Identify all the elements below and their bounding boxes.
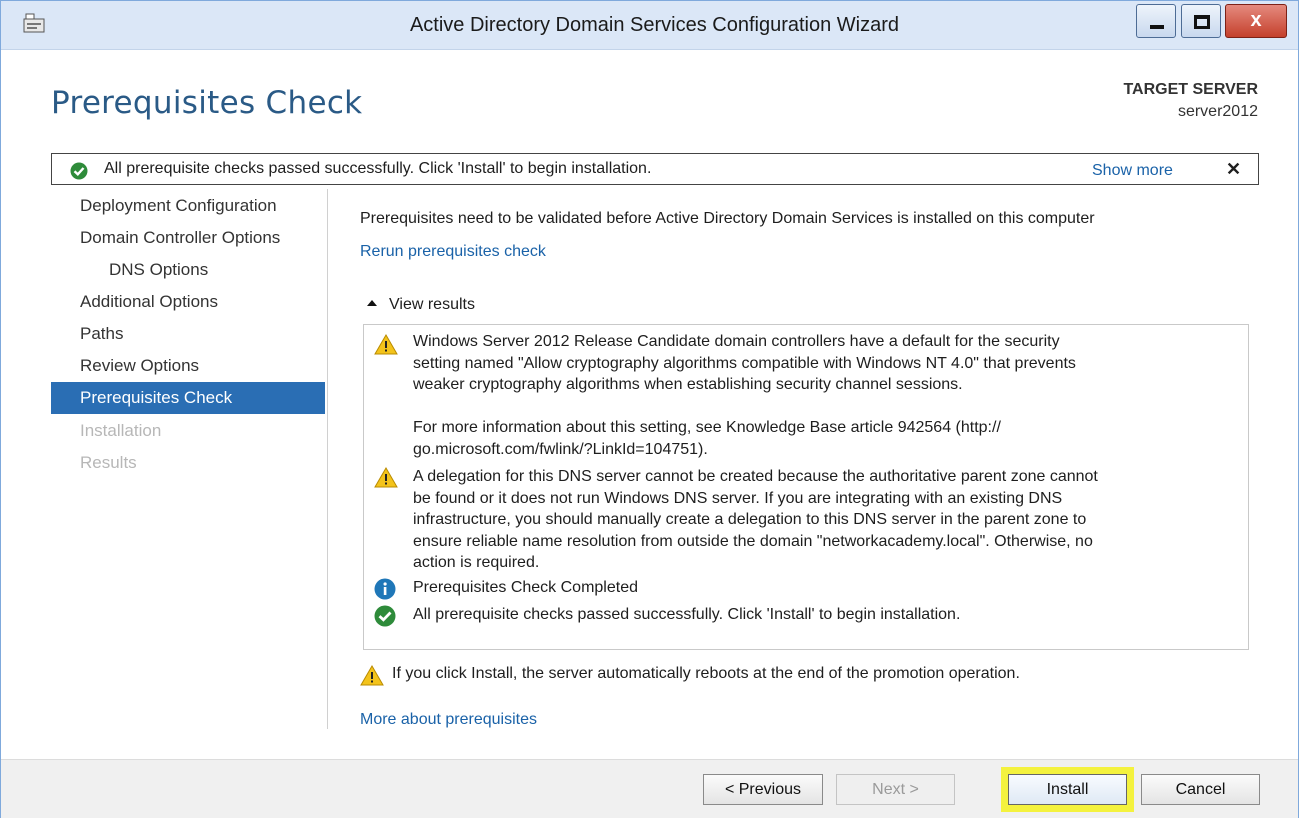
notification-text: All prerequisite checks passed successfu… [104,160,652,177]
notification-bar: All prerequisite checks passed successfu… [51,153,1259,185]
notification-close-icon[interactable]: ✕ [1226,159,1241,180]
result-line: Prerequisites Check Completed [413,579,638,596]
show-more-link[interactable]: Show more [1092,162,1173,180]
result-message: Prerequisites Check Completed [413,577,1241,599]
nav-item-paths[interactable]: Paths [51,318,325,350]
result-message: Windows Server 2012 Release Candidate do… [413,331,1241,396]
install-button[interactable]: Install [1008,774,1127,805]
view-results-toggle[interactable]: View results [367,296,475,314]
reboot-warning-text: If you click Install, the server automat… [392,665,1020,682]
nav-item-review-options[interactable]: Review Options [51,350,325,382]
button-bar: < Previous Next > Install Cancel [1,759,1298,818]
results-panel[interactable]: Windows Server 2012 Release Candidate do… [363,324,1249,650]
wizard-steps-nav: Deployment Configuration Domain Controll… [51,189,325,729]
intro-text: Prerequisites need to be validated befor… [360,210,1095,227]
nav-item-deployment-configuration[interactable]: Deployment Configuration [51,190,325,222]
wizard-window: Active Directory Domain Services Configu… [0,0,1299,818]
title-bar[interactable]: Active Directory Domain Services Configu… [1,1,1298,50]
result-message: For more information about this setting,… [413,417,1241,460]
result-line: ensure reliable name resolution from out… [413,532,1093,550]
maximize-icon [1194,15,1210,29]
result-message: A delegation for this DNS server cannot … [413,466,1241,574]
result-line: be found or it does not run Windows DNS … [413,489,1063,507]
more-about-prerequisites-link[interactable]: More about prerequisites [360,711,537,729]
close-icon: x [1250,9,1262,31]
result-line: For more information about this setting,… [413,419,1001,436]
maximize-button[interactable] [1181,4,1221,38]
warning-icon [360,665,384,686]
chevron-up-icon [367,299,377,306]
result-line: weaker cryptography algorithms when esta… [413,376,963,393]
result-line: Windows Server 2012 Release Candidate do… [413,333,1060,350]
nav-item-domain-controller-options[interactable]: Domain Controller Options [51,222,325,254]
nav-item-results: Results [80,453,137,472]
previous-button[interactable]: < Previous [703,774,823,805]
warning-icon [374,467,398,488]
result-line: action is required. [413,554,540,571]
result-line: infrastructure, you should manually crea… [413,511,1087,528]
nav-item-additional-options[interactable]: Additional Options [51,286,325,318]
nav-item-prerequisites-check[interactable]: Prerequisites Check [51,382,325,414]
target-server-label: TARGET SERVER [1123,81,1258,98]
result-line: go.microsoft.com/fwlink/?LinkId=104751). [413,440,708,458]
nav-item-installation: Installation [80,421,162,440]
page-title: Prerequisites Check [51,85,363,121]
result-line: A delegation for this DNS server cannot … [413,468,1098,485]
view-results-label: View results [389,296,475,313]
result-message: All prerequisite checks passed successfu… [413,604,1241,626]
success-check-icon [374,605,396,627]
target-server-name: server2012 [1177,103,1258,120]
info-icon [374,578,396,600]
rerun-prerequisites-link[interactable]: Rerun prerequisites check [360,243,546,261]
warning-icon [374,334,398,355]
nav-item-dns-options[interactable]: DNS Options [51,254,325,286]
window-title: Active Directory Domain Services Configu… [409,14,900,36]
result-line: setting named "Allow cryptography algori… [413,354,1076,372]
nav-divider [327,189,328,729]
minimize-button[interactable] [1136,4,1176,38]
cancel-button[interactable]: Cancel [1141,774,1260,805]
result-line: All prerequisite checks passed successfu… [413,606,961,623]
close-button[interactable]: x [1225,4,1287,38]
minimize-icon [1150,25,1164,29]
next-button: Next > [836,774,955,805]
success-check-icon [70,162,88,180]
